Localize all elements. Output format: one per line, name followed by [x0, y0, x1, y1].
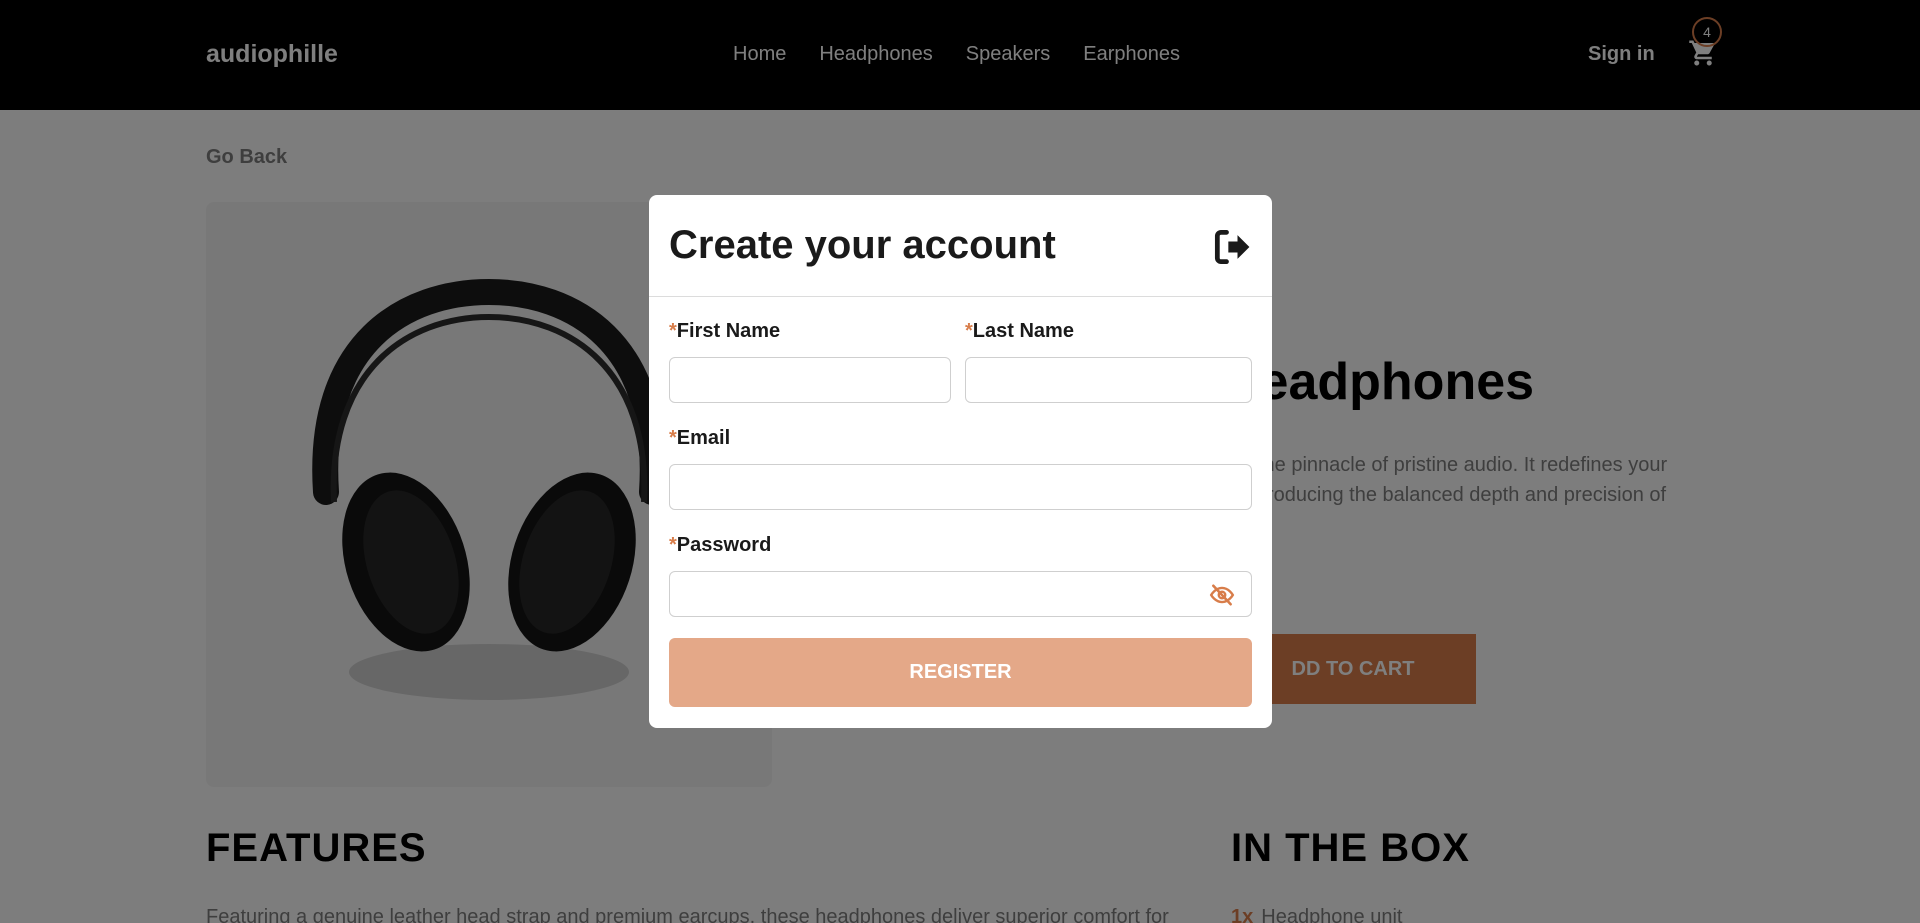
register-button[interactable]: REGISTER: [669, 638, 1252, 707]
required-mark: *: [669, 427, 677, 449]
required-mark: *: [669, 320, 677, 342]
modal-title: Create your account: [669, 223, 1056, 267]
last-name-input[interactable]: [965, 357, 1252, 403]
password-input[interactable]: [669, 571, 1252, 617]
eye-slash-icon[interactable]: [1209, 582, 1235, 608]
required-mark: *: [965, 320, 973, 342]
last-name-label: *Last Name: [965, 320, 1074, 342]
sign-out-icon[interactable]: [1210, 225, 1254, 269]
first-name-input[interactable]: [669, 357, 951, 403]
email-input[interactable]: [669, 464, 1252, 510]
password-label: *Password: [669, 534, 772, 556]
email-label: *Email: [669, 427, 731, 449]
modal-divider: [649, 296, 1272, 297]
first-name-label: *First Name: [669, 320, 781, 342]
required-mark: *: [669, 534, 677, 556]
register-modal: Create your account *First Name *Last Na…: [649, 195, 1272, 728]
